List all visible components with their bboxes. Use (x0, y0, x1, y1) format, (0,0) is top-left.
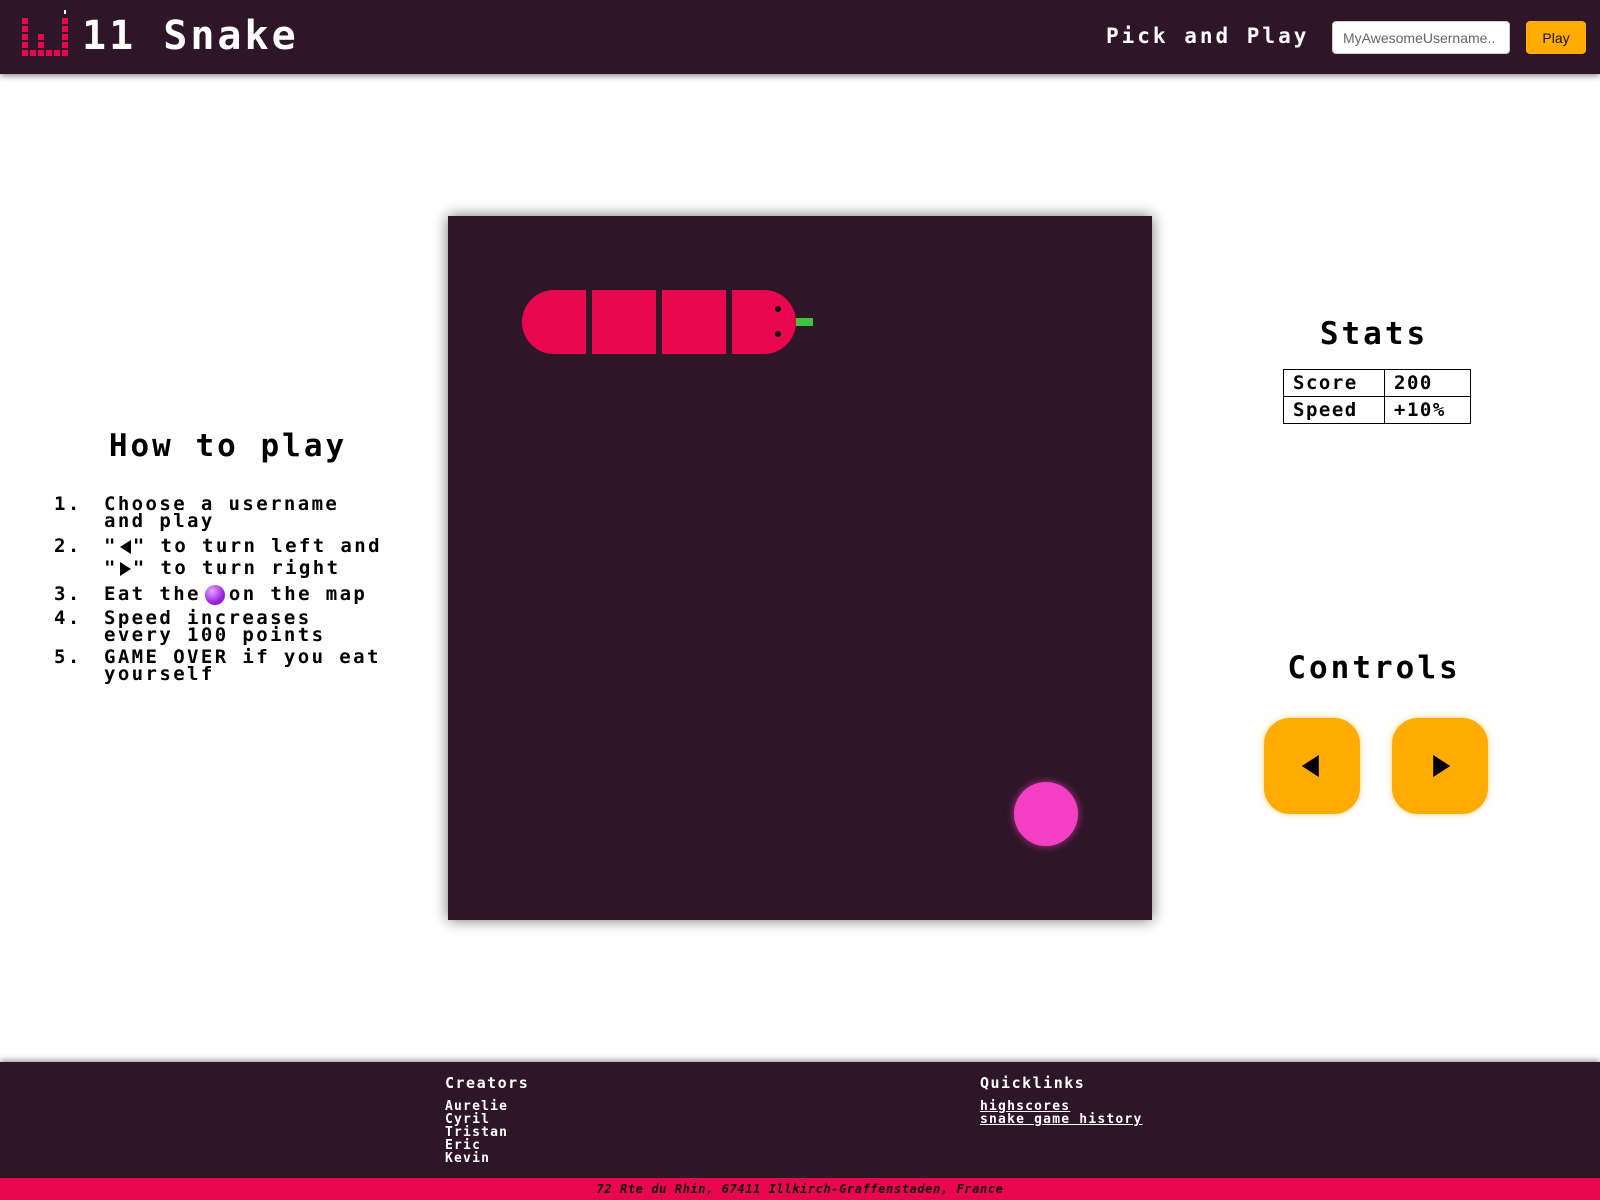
snake-tongue (796, 318, 813, 326)
site-footer: Creators Aurelie Cyril Tristan Eric Kevi… (0, 1062, 1600, 1178)
play-button[interactable]: Play (1526, 21, 1586, 54)
pick-and-play-label: Pick and Play (1106, 24, 1310, 48)
stats-title: Stats (1319, 316, 1429, 352)
right-triangle-icon (119, 561, 131, 576)
brand-title: 11 Snake (82, 13, 299, 59)
table-row: Score 200 (1283, 369, 1471, 397)
list-item: 5. GAME OVER if you eat yourself (54, 646, 381, 685)
snake-body-segment (662, 290, 726, 354)
left-triangle-icon (119, 539, 131, 554)
stats-table: Score 200 Speed +10% (1283, 369, 1471, 424)
stat-value-speed: +10% (1384, 396, 1471, 424)
game-board[interactable] (448, 216, 1152, 920)
quicklinks-column: Quicklinks highscores snake game history (980, 1074, 1142, 1126)
snake-eye (775, 331, 781, 337)
creators-title: Creators (445, 1074, 530, 1092)
site-header: 11 Snake Pick and Play Play (0, 0, 1600, 74)
list-item: 4. Speed increases every 100 points (54, 607, 326, 646)
stat-label-score: Score (1283, 369, 1385, 397)
food-orb-icon (204, 584, 225, 605)
address-bar: 72 Rte du Rhin, 67411 Illkirch-Graffenst… (0, 1178, 1600, 1200)
snake-body-segment (592, 290, 656, 354)
username-input[interactable] (1332, 21, 1510, 54)
stat-label-speed: Speed (1283, 396, 1385, 424)
how-to-play-title: How to play (108, 428, 348, 464)
list-item: 3. Eat the on the map (54, 583, 368, 605)
snake-head-segment (732, 290, 796, 354)
arrow-right-icon (1433, 755, 1451, 777)
food-orb (1014, 782, 1078, 846)
table-row: Speed +10% (1283, 396, 1471, 424)
arrow-left-icon (1301, 755, 1319, 777)
turn-left-button[interactable] (1264, 718, 1360, 814)
quicklinks-title: Quicklinks (980, 1074, 1086, 1092)
controls-title: Controls (1287, 650, 1461, 686)
stat-value-score: 200 (1384, 369, 1471, 397)
creators-column: Creators Aurelie Cyril Tristan Eric Kevi… (445, 1074, 529, 1165)
creator-name: Kevin (445, 1151, 491, 1166)
game-canvas (522, 290, 1078, 846)
snake (522, 290, 813, 354)
snake-logo-icon (22, 10, 68, 56)
how-to-play-list: 1. Choose a username and play 2. " " to t… (54, 493, 394, 688)
snake-eye (775, 306, 781, 312)
snake-tail-segment (522, 290, 586, 354)
list-item: 1. Choose a username and play (54, 493, 340, 532)
turn-right-button[interactable] (1392, 718, 1488, 814)
list-item: 2. " " to turn left and " " to turn right (54, 535, 382, 579)
snake-history-link[interactable]: snake game history (980, 1113, 1142, 1126)
